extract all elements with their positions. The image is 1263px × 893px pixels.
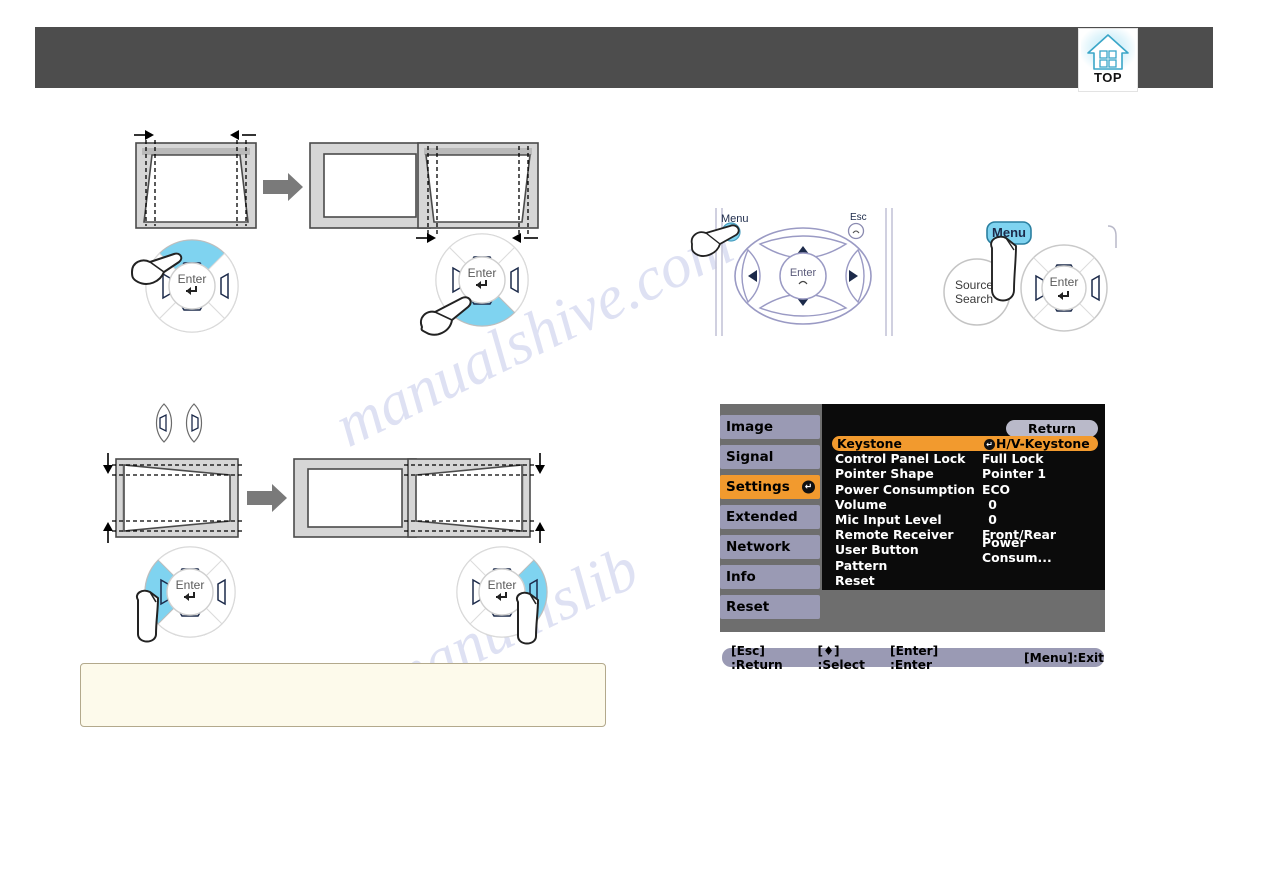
arrow-up-bottom-2: [535, 522, 545, 543]
flow-arrow-right: [263, 173, 303, 201]
hand-cursor-icon: [990, 235, 1017, 302]
remote-esc-label: Esc: [850, 212, 867, 223]
status-exit: [Menu]:Exit: [1024, 650, 1104, 665]
osd-row-keystone[interactable]: Keystone ↵ H/V-Keystone: [832, 436, 1098, 452]
sidebar-item-settings[interactable]: Settings ↵: [720, 475, 820, 499]
osd-sidebar: Image Signal Settings ↵ Extended Network…: [720, 415, 822, 625]
enter-button[interactable]: [458, 256, 506, 304]
osd-row-pattern[interactable]: Pattern: [832, 558, 1098, 573]
enter-icon: ↵: [802, 480, 815, 494]
osd-row-volume[interactable]: Volume 0: [832, 497, 1098, 512]
enter-icon: ↵: [984, 439, 995, 451]
osd-row-value: ECO: [982, 481, 1011, 497]
screen-corrected-center: [293, 458, 417, 538]
osd-row-label: Pointer Shape: [835, 466, 934, 482]
dpad-horizontal-left[interactable]: Enter: [128, 546, 263, 663]
osd-row-label: Reset: [835, 572, 875, 588]
remote-control-illustration: Menu Esc Enter: [690, 208, 893, 336]
enter-label: Enter: [488, 578, 517, 592]
osd-row-value: 0: [988, 496, 997, 512]
osd-row-value: ↵ H/V-Keystone: [984, 436, 1098, 451]
arrow-down-top-2: [535, 453, 545, 474]
remote-enter-label: Enter: [790, 267, 817, 279]
keystone-right-button[interactable]: [185, 403, 203, 443]
enter-button[interactable]: [166, 568, 214, 616]
status-esc: [Esc] :Return: [731, 643, 783, 672]
note-callout-box: [80, 663, 606, 727]
osd-row-label: Pattern: [835, 557, 888, 573]
osd-row-label: Volume: [835, 496, 887, 512]
enter-label: Enter: [178, 272, 207, 286]
panel-edge: [1107, 225, 1117, 248]
screen-corrected-center: [309, 142, 431, 229]
keystone-left-button[interactable]: [155, 403, 173, 443]
panel-enter-label: Enter: [1050, 275, 1079, 289]
sidebar-item-extended[interactable]: Extended: [720, 505, 820, 529]
sidebar-item-label: Settings: [726, 479, 790, 495]
hand-cursor-icon: [516, 591, 539, 645]
dpad-vertical-down[interactable]: Enter: [420, 232, 555, 357]
screen-trapezoid-narrow-right: [103, 453, 242, 543]
screen-trapezoid-narrow-top: [134, 130, 257, 229]
osd-row-label: Remote Receiver: [835, 527, 954, 543]
sidebar-item-network[interactable]: Network: [720, 535, 820, 559]
top-badge[interactable]: TOP: [1078, 28, 1138, 92]
osd-row-value: Pointer 1: [982, 466, 1047, 482]
sidebar-item-label: Image: [726, 419, 774, 435]
osd-menu-list: Keystone ↵ H/V-Keystone Control Panel Loc…: [832, 436, 1098, 588]
osd-row-label: Power Consumption: [835, 481, 975, 497]
osd-row-label: User Button: [835, 542, 919, 558]
osd-row-mic-input-level[interactable]: Mic Input Level 0: [832, 512, 1098, 527]
osd-return-button[interactable]: Return: [1006, 420, 1098, 437]
arrow-down-top: [103, 453, 113, 474]
sidebar-item-label: Info: [726, 569, 756, 585]
page-header-bar: [35, 27, 1213, 88]
enter-label: Enter: [176, 578, 205, 592]
arrow-up-bottom: [103, 522, 113, 543]
osd-row-pointer-shape[interactable]: Pointer Shape Pointer 1: [832, 466, 1098, 481]
source-search-label-1: Source: [955, 278, 993, 292]
horizontal-keystone-diagram: [103, 453, 545, 543]
flow-arrow-right: [247, 484, 287, 512]
osd-row-value: Full Lock: [982, 451, 1044, 467]
osd-row-value: 0: [988, 512, 997, 528]
enter-label: Enter: [468, 266, 497, 280]
osd-row-power-consumption[interactable]: Power Consumption ECO: [832, 482, 1098, 497]
osd-row-label: Mic Input Level: [835, 512, 942, 528]
osd-status-bar: [Esc] :Return [♦] :Select [Enter] :Enter…: [722, 644, 1104, 672]
osd-row-reset[interactable]: Reset: [832, 573, 1098, 588]
arrow-inward-right: [230, 130, 256, 140]
osd-return-label: Return: [1027, 421, 1077, 436]
horizontal-keystone-button-pair: [155, 403, 203, 443]
sidebar-item-label: Extended: [726, 509, 798, 525]
sidebar-item-label: Signal: [726, 449, 774, 465]
home-icon: [1081, 29, 1135, 73]
hand-cursor-icon: [136, 589, 159, 643]
sidebar-item-signal[interactable]: Signal: [720, 445, 820, 469]
screen-trapezoid-narrow-left: [404, 453, 545, 543]
arrow-inward-left: [134, 130, 154, 140]
osd-row-control-panel-lock[interactable]: Control Panel Lock Full Lock: [832, 451, 1098, 466]
projector-control-panel-illustration: Menu Source Search Enter: [943, 221, 1117, 332]
source-search-label-2: Search: [955, 292, 993, 306]
osd-row-label: Control Panel Lock: [835, 451, 966, 467]
enter-button[interactable]: [168, 262, 216, 310]
sidebar-item-info[interactable]: Info: [720, 565, 820, 589]
dpad-horizontal-right[interactable]: Enter: [440, 546, 575, 663]
screen-trapezoid-wide-top: [416, 142, 539, 243]
sidebar-item-label: Network: [726, 539, 791, 555]
dpad-vertical-up[interactable]: Enter: [130, 232, 265, 352]
osd-row-label: Keystone: [837, 436, 902, 452]
sidebar-item-image[interactable]: Image: [720, 415, 820, 439]
status-select: [♦] :Select: [817, 643, 865, 672]
top-badge-label: TOP: [1094, 70, 1122, 85]
osd-row-user-button[interactable]: User Button Power Consum...: [832, 535, 1098, 565]
status-enter: [Enter] :Enter: [890, 643, 939, 672]
sidebar-item-reset[interactable]: Reset: [720, 595, 820, 619]
sidebar-item-label: Reset: [726, 599, 770, 615]
